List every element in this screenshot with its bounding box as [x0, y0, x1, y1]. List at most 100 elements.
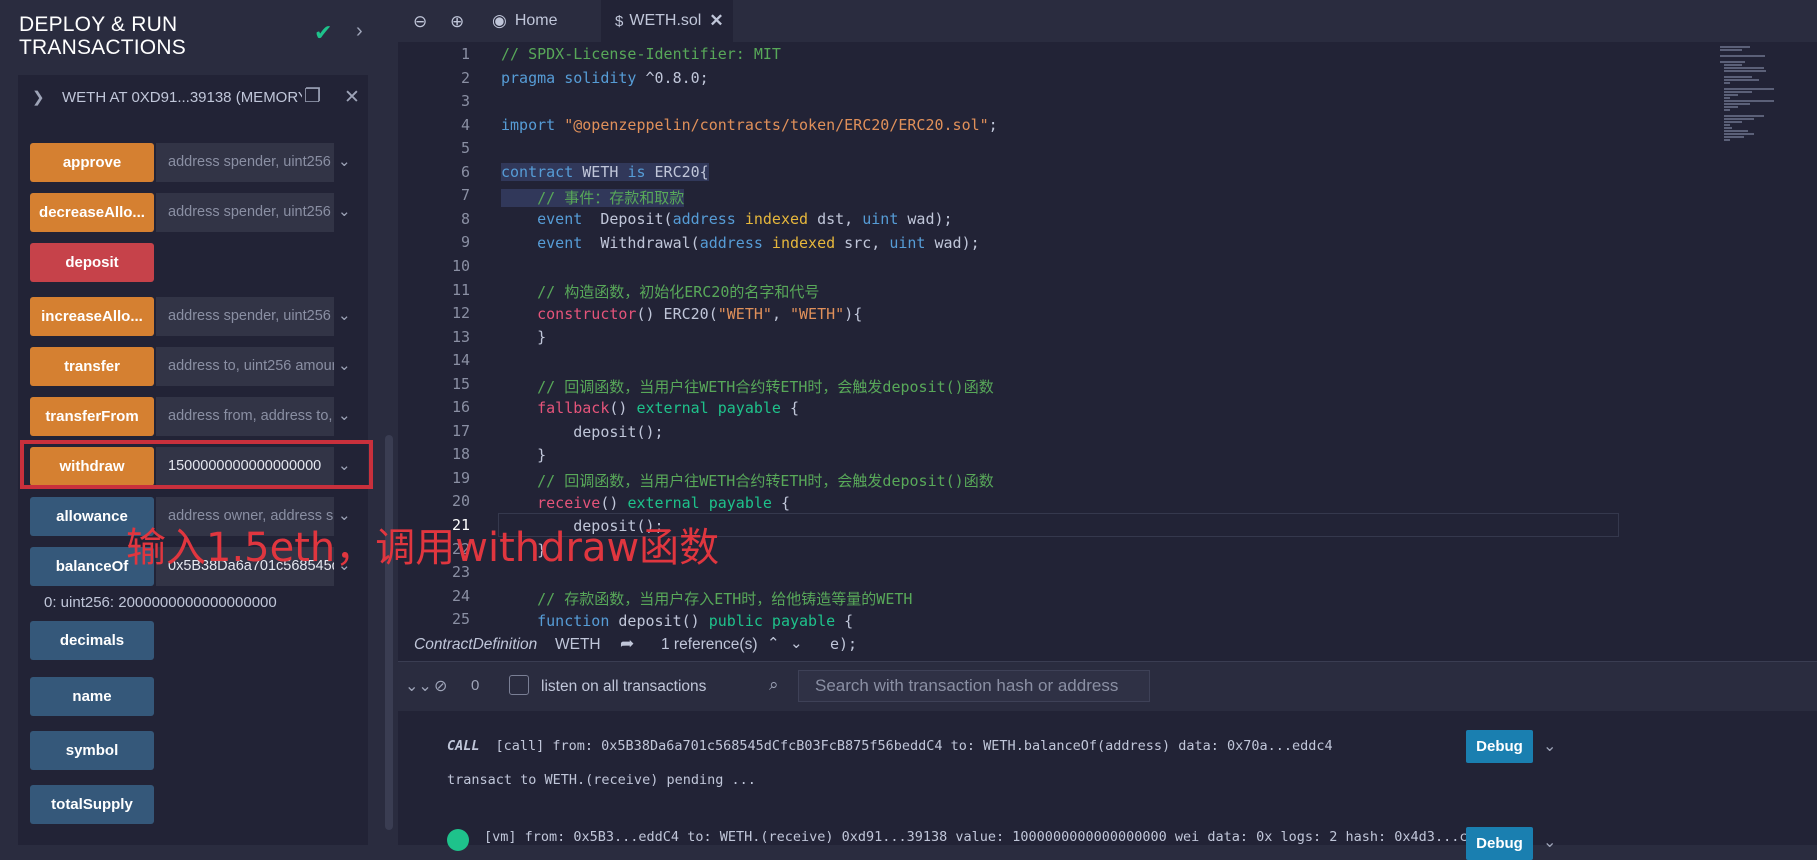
code-comment: // 回调函数，当用户往WETH合约转ETH时，会触发deposit()函数	[501, 472, 994, 490]
expand-icon[interactable]: ⌄	[338, 306, 351, 324]
code-line: fallback() external payable {	[501, 399, 799, 417]
transfer-input[interactable]: address to, uint256 amount	[156, 347, 334, 386]
increase-allowance-input[interactable]: address spender, uint256 addedValue	[156, 297, 334, 336]
code-modifier: indexed	[762, 234, 836, 252]
code-line: // 回调函数，当用户往WETH合约转ETH时，会触发deposit()函数	[501, 376, 994, 397]
expand-log-icon[interactable]: ⌄	[1543, 736, 1556, 756]
code-keyword: pragma solidity	[501, 69, 637, 87]
expand-icon[interactable]: ⌄	[338, 152, 351, 170]
code-type: address	[672, 210, 736, 228]
code-line: deposit();	[501, 423, 664, 441]
contract-header[interactable]: ❯ WETH AT 0XD91...39138 (MEMORY) ❐ ✕	[18, 75, 368, 121]
approve-input[interactable]: address spender, uint256 amount	[156, 143, 334, 182]
increase-allowance-button[interactable]: increaseAllo...	[30, 297, 154, 336]
code-comment: // SPDX-License-Identifier: MIT	[501, 45, 781, 63]
tab-home[interactable]: ◉ Home	[492, 0, 598, 42]
collapse-terminal-icon[interactable]: ⌄⌄	[405, 676, 432, 696]
chevron-up-icon[interactable]: ⌃	[767, 634, 780, 652]
close-icon[interactable]: ✕	[344, 86, 360, 109]
line-number: 17	[451, 421, 470, 440]
transfer-from-button[interactable]: transferFrom	[30, 397, 154, 436]
clear-icon[interactable]: ⊘	[434, 676, 447, 696]
line-number: 10	[451, 256, 470, 275]
decrease-allowance-input[interactable]: address spender, uint256 subtractedValue	[156, 193, 334, 232]
code-text: deposit();	[501, 423, 664, 441]
copy-icon[interactable]: ❐	[304, 85, 321, 108]
code-text: {	[780, 399, 800, 417]
code-comment: // 存款函数，当用户存入ETH时，给他铸造等量的WETH	[501, 590, 913, 608]
debug-button[interactable]: Debug	[1466, 730, 1533, 763]
code-text: src,	[835, 234, 890, 252]
minimap-line	[1720, 55, 1765, 57]
transaction-search-input[interactable]: Search with transaction hash or address	[798, 670, 1150, 702]
transfer-button[interactable]: transfer	[30, 347, 154, 386]
definition-bar: ContractDefinition WETH ➦ 1 reference(s)…	[398, 628, 1448, 662]
symbol-button[interactable]: symbol	[30, 731, 154, 770]
zoom-in-icon[interactable]: ⊕	[450, 12, 464, 32]
code-line: event Deposit(address indexed dst, uint …	[501, 210, 952, 228]
expand-icon[interactable]: ⌄	[338, 202, 351, 220]
code-line: }	[501, 446, 546, 464]
code-type: address	[699, 234, 763, 252]
code-line: contract WETH is ERC20{	[501, 163, 709, 181]
minimap-line	[1724, 79, 1759, 81]
decimals-button[interactable]: decimals	[30, 621, 154, 660]
listen-label: listen on all transactions	[541, 678, 707, 695]
code-text: dst,	[808, 210, 863, 228]
line-number: 1	[460, 45, 470, 63]
chevron-down-icon[interactable]: ❯	[32, 88, 45, 106]
chevron-down-icon[interactable]: ⌄	[790, 634, 803, 652]
panel-title: DEPLOY & RUN TRANSACTIONS	[19, 13, 186, 59]
code-line: event Withdrawal(address indexed src, ui…	[501, 234, 980, 252]
approve-button[interactable]: approve	[30, 143, 154, 182]
minimap-line	[1724, 70, 1766, 72]
minimap-line	[1724, 115, 1764, 117]
name-button[interactable]: name	[30, 677, 154, 716]
code-text: ERC20{	[645, 163, 709, 181]
left-scrollbar[interactable]	[385, 435, 393, 830]
minimap-line	[1724, 103, 1750, 105]
line-number: 18	[451, 445, 470, 464]
zoom-out-icon[interactable]: ⊖	[413, 12, 427, 32]
deposit-button[interactable]: deposit	[30, 243, 154, 282]
definition-name: WETH	[555, 636, 601, 653]
transfer-from-input[interactable]: address from, address to, uint256 amount	[156, 397, 334, 436]
tab-weth-label: WETH.sol	[629, 12, 702, 29]
code-line: constructor() ERC20("WETH", "WETH"){	[501, 305, 862, 323]
tab-weth-sol[interactable]: $ WETH.sol ✕	[601, 0, 733, 42]
total-supply-button[interactable]: totalSupply	[30, 785, 154, 824]
line-number: 4	[460, 115, 470, 134]
expand-log-icon[interactable]: ⌄	[1543, 832, 1556, 852]
code-text: }	[501, 328, 547, 346]
listen-checkbox[interactable]	[509, 675, 529, 695]
decrease-allowance-button[interactable]: decreaseAllo...	[30, 193, 154, 232]
line-number: 6	[460, 162, 470, 181]
debug-button-2[interactable]: Debug	[1466, 827, 1533, 860]
code-line: // 事件：存款和取款	[501, 187, 685, 208]
annotation-text: 输入1.5eth，调用withdraw函数	[126, 525, 720, 571]
minimap-line	[1724, 139, 1730, 141]
line-number: 19	[451, 468, 470, 487]
solidity-file-icon: $	[615, 12, 624, 30]
code-line: receive() external payable {	[501, 494, 790, 512]
expand-icon[interactable]: ⌄	[338, 356, 351, 374]
code-minimap[interactable]	[1718, 42, 1817, 661]
call-tag: CALL	[447, 738, 480, 754]
minimap-line	[1724, 76, 1752, 78]
terminal-output: CALL [call] from: 0x5B38Da6a701c568545dCf…	[398, 711, 1817, 860]
code-text: Withdrawal(	[582, 234, 700, 252]
code-modifier: indexed	[735, 210, 809, 228]
code-function: receive	[501, 494, 601, 512]
expand-icon[interactable]: ⌄	[338, 406, 351, 424]
goto-definition-icon[interactable]: ➦	[620, 634, 634, 654]
line-number: 13	[451, 327, 470, 346]
code-function: fallback	[501, 399, 610, 417]
code-type: uint	[889, 234, 926, 252]
code-text: ^0.8.0;	[636, 69, 709, 87]
chevron-right-icon[interactable]: ›	[356, 20, 363, 43]
code-text: ()	[600, 494, 628, 512]
close-tab-icon[interactable]: ✕	[709, 11, 723, 31]
pending-tx-count: 0	[471, 677, 480, 694]
code-modifier: external payable	[636, 399, 781, 417]
line-number: 12	[451, 304, 470, 323]
